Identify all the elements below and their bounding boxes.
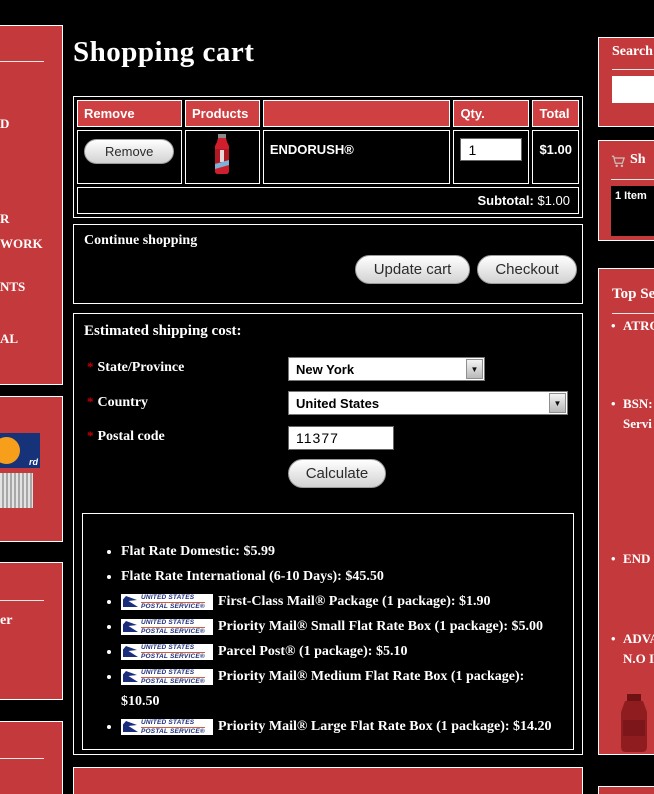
panel-underline — [612, 313, 654, 314]
usps-eagle-icon — [123, 646, 138, 657]
continue-shopping-link[interactable]: Continue shopping — [84, 233, 197, 249]
top-seller-item[interactable]: ADVAN.O I — [611, 629, 654, 669]
top-sellers-panel: Top Se ATRO BSN:Servi END ADVAN.O I — [598, 268, 654, 755]
column-header-qty: Qty. — [453, 100, 530, 127]
shipping-rates-list: Flat Rate Domestic: $5.99 Flate Rate Int… — [83, 539, 573, 739]
search-panel: Search — [598, 37, 654, 127]
usps-logo: UNITED STATESPOSTAL SERVICE® — [121, 593, 213, 610]
shipping-result-item: Flat Rate Domestic: $5.99 — [121, 539, 563, 564]
remove-button[interactable]: Remove — [84, 139, 175, 164]
state-select[interactable]: New York ▼ — [288, 357, 485, 381]
search-heading: Search — [612, 44, 653, 59]
panel-underline — [0, 600, 44, 601]
row-total: $1.00 — [539, 142, 572, 157]
nav-link-fragment[interactable]: NTS — [0, 279, 25, 295]
column-header-blank — [262, 100, 451, 127]
shipping-result-item: Flate Rate International (6-10 Days): $4… — [121, 564, 563, 589]
usps-logo: UNITED STATESPOSTAL SERVICE® — [121, 668, 213, 685]
product-thumb[interactable] — [611, 694, 654, 752]
footer-left-panel — [0, 721, 63, 794]
usps-eagle-icon — [123, 721, 138, 732]
product-name-link[interactable]: ENDORUSH® — [270, 142, 354, 157]
cart-header-row: Remove Products Qty. Total — [77, 100, 579, 127]
usps-logo: UNITED STATESPOSTAL SERVICE® — [121, 643, 213, 660]
cart-count-box: 1 Item — [611, 186, 654, 236]
postal-label: Postal code — [97, 429, 165, 444]
calculate-button[interactable]: Calculate — [288, 459, 386, 488]
newsletter-fragment: er — [0, 613, 13, 628]
payment-panel: rd — [0, 396, 63, 542]
update-cart-button[interactable]: Update cart — [355, 255, 470, 284]
shipping-result-item: UNITED STATESPOSTAL SERVICE® Parcel Post… — [121, 639, 563, 664]
search-input[interactable] — [612, 76, 654, 103]
state-label: State/Province — [97, 360, 185, 375]
subtotal-value: $1.00 — [537, 193, 570, 208]
usps-eagle-icon — [123, 621, 138, 632]
required-asterisk: * — [87, 359, 94, 374]
mastercard-circle — [0, 437, 20, 464]
nav-link-fragment[interactable]: R — [0, 211, 9, 227]
panel-underline — [0, 61, 44, 62]
shipping-result-item: UNITED STATESPOSTAL SERVICE® First-Class… — [121, 589, 563, 614]
bottom-main-panel — [73, 767, 583, 794]
shipping-result-item: UNITED STATESPOSTAL SERVICE® Priority Ma… — [121, 614, 563, 639]
cart-count: 1 Item — [615, 190, 647, 202]
shipping-section: Estimated shipping cost: * State/Province… — [73, 313, 583, 755]
panel-underline — [0, 758, 44, 759]
nav-link-fragment[interactable]: WORK — [0, 236, 43, 252]
shipping-heading: Estimated shipping cost: — [84, 323, 242, 339]
newsletter-panel: er — [0, 562, 63, 700]
nav-link-fragment[interactable]: AL — [0, 331, 18, 347]
required-asterisk: * — [87, 394, 94, 409]
top-seller-item[interactable]: BSN:Servi — [611, 394, 652, 434]
usps-logo: UNITED STATESPOSTAL SERVICE® — [121, 618, 213, 635]
nav-link-fragment[interactable]: D — [0, 116, 9, 132]
shipping-result-item: UNITED STATESPOSTAL SERVICE® Priority Ma… — [121, 664, 563, 714]
page-background: { "title": "Shopping cart", "colors": { … — [0, 0, 654, 794]
cart-row: Remove ENDORUSH® $1.00 — [77, 130, 579, 184]
chevron-down-icon: ▼ — [466, 359, 483, 379]
subtotal-row: Subtotal: $1.00 — [77, 187, 579, 214]
left-nav-panel: D R WORK NTS AL — [0, 25, 63, 385]
top-seller-item[interactable]: ATRO — [611, 316, 654, 336]
product-bottle-image — [215, 134, 230, 174]
cart-table: Remove Products Qty. Total Remove ENDORU… — [73, 96, 583, 218]
column-header-remove: Remove — [77, 100, 182, 127]
usps-eagle-icon — [123, 596, 138, 607]
country-label: Country — [97, 395, 149, 410]
shipping-result-item: UNITED STATESPOSTAL SERVICE® Priority Ma… — [121, 714, 563, 739]
payment-image — [0, 473, 33, 508]
panel-underline — [612, 69, 654, 70]
usps-eagle-icon — [123, 671, 138, 682]
usps-logo: UNITED STATESPOSTAL SERVICE® — [121, 718, 213, 735]
cart-summary-panel: Sh 1 Item — [598, 140, 654, 241]
panel-underline — [611, 179, 654, 180]
chevron-down-icon: ▼ — [549, 393, 566, 413]
top-seller-item[interactable]: END — [611, 549, 651, 569]
column-header-products: Products — [184, 100, 260, 127]
checkout-button[interactable]: Checkout — [477, 255, 577, 284]
mastercard-logo: rd — [0, 433, 40, 468]
country-select[interactable]: United States ▼ — [288, 391, 568, 415]
page-title: Shopping cart — [73, 36, 255, 68]
subtotal-label: Subtotal: — [477, 193, 534, 208]
required-asterisk: * — [87, 428, 94, 443]
top-sellers-heading: Top Se — [612, 286, 654, 302]
postal-input[interactable] — [288, 426, 394, 450]
bottom-right-panel — [598, 786, 654, 794]
cart-icon — [611, 155, 625, 168]
cart-actions-box: Continue shopping Update cart Checkout — [73, 224, 583, 304]
column-header-total: Total — [532, 100, 579, 127]
shipping-results-box: Flat Rate Domestic: $5.99 Flate Rate Int… — [82, 513, 574, 750]
cart-summary-heading[interactable]: Sh — [630, 152, 646, 168]
qty-input[interactable] — [460, 138, 523, 161]
